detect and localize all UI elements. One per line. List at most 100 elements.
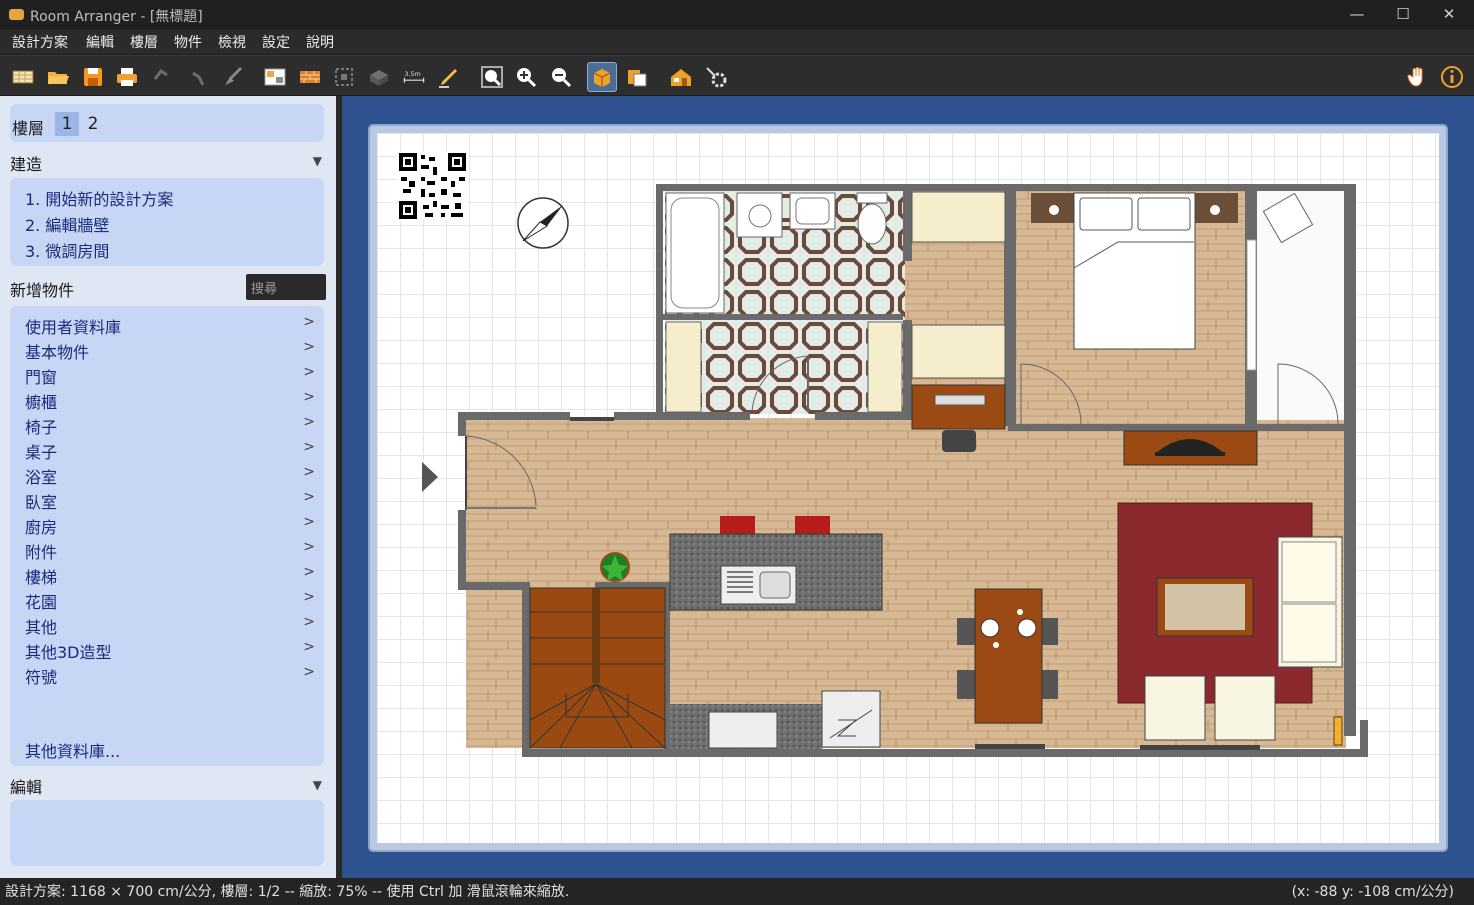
pencil-icon[interactable] [434, 62, 464, 92]
library-item-cabinets[interactable]: 櫥櫃 > [25, 389, 317, 414]
desk[interactable] [911, 384, 1006, 430]
library-item-kitchen[interactable]: 廚房 > [25, 514, 317, 539]
compass-icon [517, 197, 569, 249]
library-item-stairs[interactable]: 樓梯 > [25, 564, 317, 589]
library-item-label: 附件 [25, 543, 58, 562]
chevron-right-icon: > [303, 514, 315, 530]
chevron-down-icon[interactable]: ▼ [313, 778, 322, 792]
toilet[interactable] [856, 192, 888, 204]
chevron-right-icon: > [303, 539, 315, 555]
open-icon[interactable] [43, 62, 73, 92]
refrigerator[interactable] [821, 690, 881, 748]
library-item-bedroom[interactable]: 臥室 > [25, 489, 317, 514]
sidebar: 樓層 1 2 建造 ▼ 1. 開始新的設計方案 2. 編輯牆壁 3. 微調房間 … [0, 96, 336, 878]
bath-cabinet-2[interactable] [867, 321, 903, 413]
floor-tab-1[interactable]: 1 [55, 112, 79, 136]
library-item-tables[interactable]: 桌子 > [25, 439, 317, 464]
maximize-button[interactable]: ☐ [1380, 0, 1426, 30]
new-plan-icon[interactable] [8, 62, 38, 92]
library-item-chairs[interactable]: 椅子 > [25, 414, 317, 439]
cursor-coordinates: (x: -88 y: -108 cm/公分) [1291, 884, 1454, 900]
bar-stool-2[interactable] [795, 516, 830, 534]
library-item-other-3d[interactable]: 其他3D造型 > [25, 639, 317, 664]
wall-icon[interactable] [295, 62, 325, 92]
minimize-button[interactable]: — [1334, 0, 1380, 30]
window-title: Room Arranger - [無標題] [30, 9, 203, 25]
build-section-label[interactable]: 建造 [10, 151, 42, 175]
lamp-icon [1333, 716, 1343, 746]
more-libraries-link[interactable]: 其他資料庫... [25, 738, 120, 762]
floor-tab-2[interactable]: 2 [81, 112, 105, 136]
menu-bar: 設計方案 編輯 樓層 物件 檢視 設定 說明 [0, 30, 1474, 54]
library-item-user-db[interactable]: 使用者資料庫 > [25, 314, 317, 339]
menu-settings[interactable]: 設定 [262, 32, 290, 52]
wardrobe-1[interactable] [911, 191, 1006, 243]
print-icon[interactable] [112, 62, 142, 92]
menu-floor[interactable]: 樓層 [130, 32, 158, 52]
chevron-right-icon: > [303, 389, 315, 405]
armchair-2[interactable] [1214, 675, 1276, 741]
menu-view[interactable]: 檢視 [218, 32, 246, 52]
library-item-label: 櫥櫃 [25, 393, 58, 412]
undo-icon[interactable] [146, 62, 176, 92]
library-item-symbols[interactable]: 符號 > [25, 664, 317, 689]
house-3d-icon[interactable] [666, 62, 696, 92]
settings-icon[interactable] [701, 62, 731, 92]
zoom-in-icon[interactable] [511, 62, 541, 92]
bar-stool-1[interactable] [720, 516, 755, 534]
library-item-label: 門窗 [25, 368, 58, 387]
chevron-right-icon: > [303, 564, 315, 580]
library-item-garden[interactable]: 花園 > [25, 589, 317, 614]
redo-icon[interactable] [184, 62, 214, 92]
save-icon[interactable] [78, 62, 108, 92]
build-item-new-plan[interactable]: 1. 開始新的設計方案 [25, 186, 173, 210]
build-item-edit-walls[interactable]: 2. 編輯牆壁 [25, 212, 109, 236]
3d-view-icon[interactable] [364, 62, 394, 92]
menu-design[interactable]: 設計方案 [12, 32, 68, 52]
floor-plan-drawing[interactable] [377, 133, 1439, 843]
hand-icon[interactable] [1403, 62, 1433, 92]
clear-icon[interactable] [218, 62, 248, 92]
menu-edit[interactable]: 編輯 [86, 32, 114, 52]
svg-text:3.5m: 3.5m [404, 70, 420, 78]
zoom-out-icon[interactable] [546, 62, 576, 92]
chevron-right-icon: > [303, 489, 315, 505]
library-item-other[interactable]: 其他 > [25, 614, 317, 639]
library-item-label: 基本物件 [25, 343, 90, 362]
library-item-label: 桌子 [25, 443, 58, 462]
zoom-fit-icon[interactable] [477, 62, 507, 92]
info-icon[interactable] [1437, 62, 1467, 92]
library-item-label: 其他 [25, 618, 58, 637]
library-item-bathroom[interactable]: 浴室 > [25, 464, 317, 489]
plan-paper[interactable] [377, 133, 1439, 843]
library-item-basic[interactable]: 基本物件 > [25, 339, 317, 364]
armchair-1[interactable] [1144, 675, 1206, 741]
chevron-down-icon[interactable]: ▼ [313, 154, 322, 168]
search-input[interactable]: 搜尋 [246, 274, 326, 300]
object-box-icon[interactable] [587, 62, 617, 92]
app-logo-icon [9, 9, 24, 20]
staircase[interactable] [529, 587, 666, 749]
menu-object[interactable]: 物件 [174, 32, 202, 52]
chevron-right-icon: > [303, 664, 315, 680]
library-item-doors-windows[interactable]: 門窗 > [25, 364, 317, 389]
bath-cabinet-1[interactable] [665, 321, 702, 413]
title-bar: Room Arranger - [無標題] — ☐ ✕ [0, 0, 1474, 30]
close-button[interactable]: ✕ [1426, 0, 1472, 30]
dimension-icon[interactable]: 3.5m [399, 62, 429, 92]
library-item-label: 花園 [25, 593, 58, 612]
build-item-adjust-rooms[interactable]: 3. 微調房間 [25, 238, 109, 262]
edit-section-label[interactable]: 編輯 [10, 774, 42, 798]
select-icon[interactable] [329, 62, 359, 92]
objects-icon[interactable] [622, 62, 652, 92]
office-chair[interactable] [942, 430, 976, 452]
chevron-right-icon: > [303, 589, 315, 605]
menu-help[interactable]: 說明 [306, 32, 334, 52]
status-bar: 設計方案: 1168 × 700 cm/公分, 樓層: 1/2 -- 縮放: 7… [0, 878, 1474, 905]
floor-plan-icon[interactable] [260, 62, 290, 92]
kitchen-hood[interactable] [708, 711, 778, 749]
wardrobe-2[interactable] [911, 324, 1006, 379]
library-item-accessories[interactable]: 附件 > [25, 539, 317, 564]
chevron-right-icon: > [303, 364, 315, 380]
status-text: 設計方案: 1168 × 700 cm/公分, 樓層: 1/2 -- 縮放: 7… [5, 884, 570, 900]
